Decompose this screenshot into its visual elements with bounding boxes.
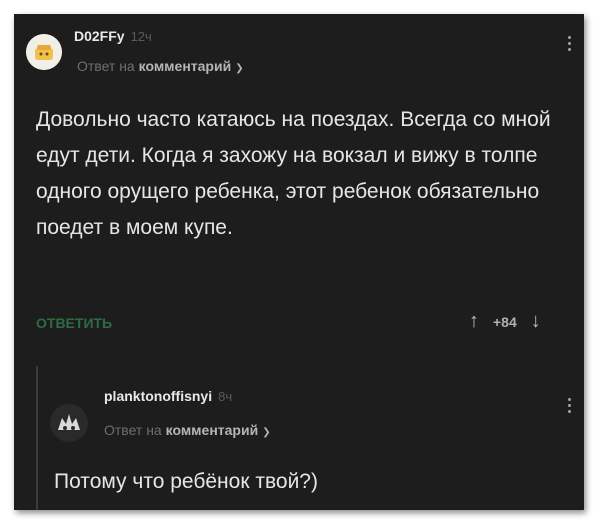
more-vertical-icon[interactable] [564,36,574,51]
username-text[interactable]: D02FFy [74,28,125,44]
avatar[interactable] [26,34,62,70]
thread-line [36,366,38,510]
username-text[interactable]: planktonoffisnyi [104,388,212,404]
comment-time: 12ч [130,29,152,44]
chevron-down-icon[interactable]: ❯ [235,63,243,74]
reply-to-target[interactable]: комментарий [139,58,232,74]
more-vertical-icon[interactable] [564,398,574,413]
chevron-down-icon[interactable]: ❯ [262,427,270,438]
downvote-arrow-icon[interactable]: ↓ [531,310,541,333]
reply-text: Потому что ребёнок твой?) [54,470,318,493]
reply-to-prefix: Ответ на [77,58,135,74]
comment-username[interactable]: D02FFy 12ч [74,28,152,44]
reply-time: 8ч [218,389,233,404]
reply-to-target[interactable]: комментарий [166,422,259,438]
reply-to-link[interactable]: Ответ на комментарий ❯ [77,58,244,74]
comment-text: Довольно часто катаюсь на поездах. Всегд… [36,108,551,239]
rating-count: +84 [493,313,517,330]
reply-button[interactable]: ОТВЕТИТЬ [36,315,112,331]
reply-username[interactable]: planktonoffisnyi 8ч [104,388,232,404]
vote-controls: ↑ +84 ↓ [469,310,541,333]
reply-to-link[interactable]: Ответ на комментарий ❯ [104,422,271,438]
reply-to-prefix: Ответ на [104,422,162,438]
avatar[interactable] [50,404,88,442]
comment-thread: D02FFy 12ч Ответ на комментарий ❯ Довольно… [14,14,584,510]
upvote-arrow-icon[interactable]: ↑ [469,310,479,333]
